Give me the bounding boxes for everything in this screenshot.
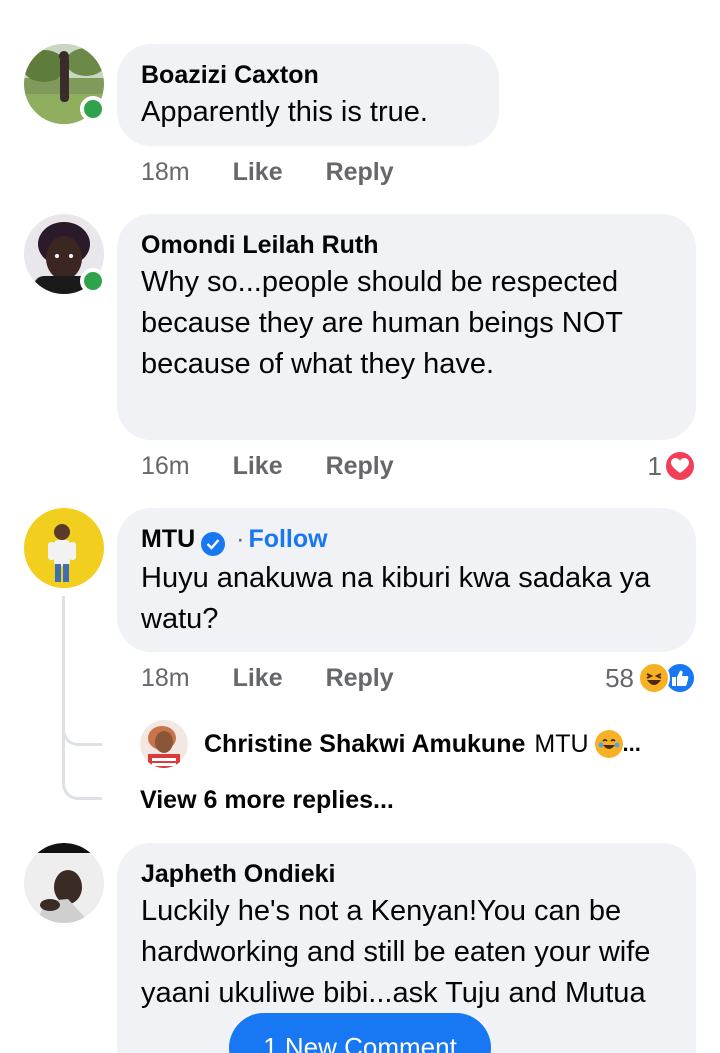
- comment-time[interactable]: 16m: [141, 452, 190, 480]
- comment-author[interactable]: MTU: [141, 525, 195, 553]
- thread-branch: [62, 746, 102, 800]
- reply-button[interactable]: Reply: [326, 664, 394, 692]
- comment-time[interactable]: 18m: [141, 664, 190, 692]
- like-button[interactable]: Like: [233, 664, 283, 692]
- comment-author[interactable]: Omondi Leilah Ruth: [141, 230, 672, 260]
- separator: ·: [236, 525, 245, 553]
- new-comment-button[interactable]: 1 New Comment: [229, 1013, 491, 1053]
- laughing-reaction-icon: [638, 662, 670, 694]
- online-indicator-icon: [80, 96, 106, 122]
- reply-preview[interactable]: Christine Shakwi Amukune MTU ...: [140, 720, 641, 768]
- comment-time[interactable]: 18m: [141, 158, 190, 186]
- reaction-summary[interactable]: 58: [605, 662, 696, 694]
- reaction-count: 1: [647, 450, 662, 481]
- heart-reaction-icon: [664, 450, 696, 482]
- like-button[interactable]: Like: [233, 158, 283, 186]
- comment-text: Apparently this is true.: [141, 96, 428, 128]
- reaction-count: 58: [605, 662, 634, 693]
- comment-text: Huyu anakuwa na kiburi kwa sadaka ya wat…: [141, 562, 651, 635]
- reply-ellipsis: ...: [622, 731, 641, 756]
- comment-author[interactable]: Japheth Ondieki: [141, 859, 672, 889]
- view-more-replies-button[interactable]: View 6 more replies...: [140, 786, 394, 815]
- laughing-tears-emoji-icon: [594, 730, 623, 758]
- comment-author[interactable]: Boazizi Caxton: [141, 60, 475, 90]
- comment-actions: 18m Like Reply: [141, 664, 430, 693]
- reply-button[interactable]: Reply: [326, 158, 394, 186]
- reply-button[interactable]: Reply: [326, 452, 394, 480]
- avatar[interactable]: [24, 843, 104, 923]
- avatar[interactable]: [140, 720, 188, 768]
- comment-bubble[interactable]: MTU · Follow Huyu anakuwa na kiburi kwa s…: [117, 508, 696, 652]
- comment-actions: 16m Like Reply: [141, 452, 430, 481]
- comment-author-row: MTU · Follow: [141, 524, 672, 556]
- online-indicator-icon: [80, 268, 106, 294]
- comment-bubble[interactable]: Omondi Leilah Ruth Why so...people shoul…: [117, 214, 696, 440]
- comment-text: Why so...people should be respected beca…: [141, 266, 623, 380]
- reply-text: MTU: [534, 729, 589, 758]
- follow-button[interactable]: Follow: [248, 525, 327, 553]
- thread-branch: [62, 718, 102, 746]
- like-button[interactable]: Like: [233, 452, 283, 480]
- comment-actions: 18m Like Reply: [141, 158, 430, 187]
- avatar[interactable]: [24, 508, 104, 588]
- verified-badge-icon: [201, 532, 226, 556]
- comment-text: Luckily he's not a Kenyan!You can be har…: [141, 895, 651, 1009]
- comment-bubble[interactable]: Boazizi Caxton Apparently this is true.: [117, 44, 499, 146]
- reply-author[interactable]: Christine Shakwi Amukune: [204, 730, 525, 759]
- reaction-summary[interactable]: 1: [648, 450, 696, 482]
